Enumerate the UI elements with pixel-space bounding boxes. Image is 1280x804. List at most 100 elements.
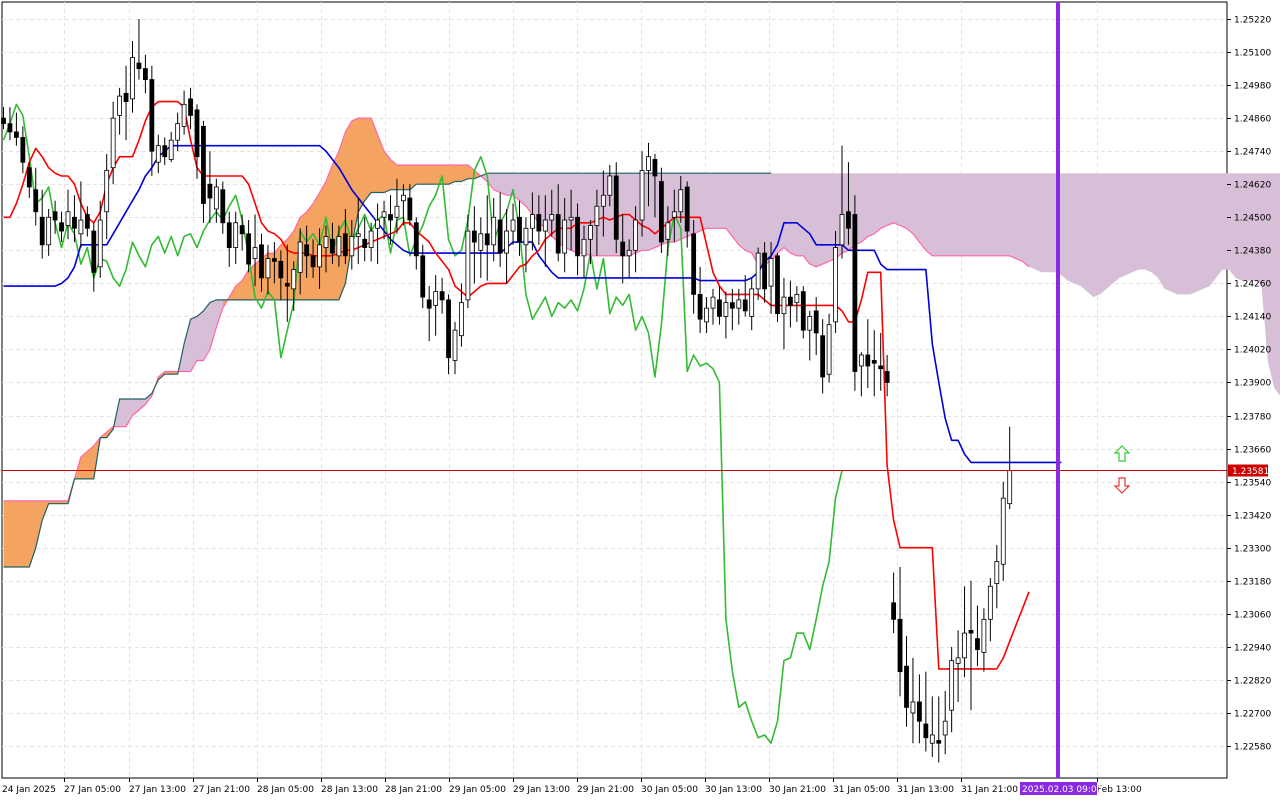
bear-candle: [363, 239, 367, 247]
bull-candle: [47, 217, 51, 245]
price-tick-label: 1.24860: [1234, 115, 1271, 125]
bull-candle: [634, 220, 638, 250]
ichimoku-chart[interactable]: 1.252201.251001.249801.248601.247401.246…: [0, 0, 1280, 800]
bear-candle: [692, 234, 696, 295]
bear-candle: [408, 198, 412, 220]
bull-candle: [111, 118, 115, 168]
price-axis[interactable]: 1.252201.251001.249801.248601.247401.246…: [1227, 16, 1271, 753]
bear-candle: [305, 245, 309, 256]
bull-candle: [66, 212, 70, 226]
bear-candle: [924, 724, 928, 738]
bull-candle: [782, 297, 786, 314]
bull-candle: [911, 702, 915, 713]
bear-candle: [872, 360, 876, 363]
bear-candle: [814, 311, 818, 333]
bear-candle: [163, 146, 167, 157]
bear-candle: [821, 336, 825, 377]
bear-candle: [659, 181, 663, 242]
bull-candle: [118, 96, 122, 115]
bear-candle: [653, 159, 657, 176]
bull-candle: [511, 220, 515, 231]
bull-candle: [627, 250, 631, 256]
price-tick-label: 1.24380: [1234, 247, 1271, 257]
price-tick-label: 1.23780: [1234, 413, 1271, 423]
price-tick-label: 1.24500: [1234, 214, 1271, 224]
time-axis[interactable]: 24 Jan 202527 Jan 05:0027 Jan 13:0027 Ja…: [2, 778, 1142, 795]
bull-candle: [795, 294, 799, 302]
bull-candle: [827, 325, 831, 375]
price-tick-label: 1.23060: [1234, 611, 1271, 621]
bull-candle: [253, 248, 257, 259]
price-tick-label: 1.24620: [1234, 181, 1271, 191]
chart-canvas[interactable]: 1.252201.251001.249801.248601.247401.246…: [0, 0, 1280, 800]
bear-candle: [621, 242, 625, 256]
bear-candle: [898, 619, 902, 671]
bull-candle: [543, 220, 547, 231]
price-tick-label: 1.25220: [1234, 16, 1271, 26]
bull-candle: [505, 231, 509, 253]
bear-candle: [763, 253, 767, 289]
bear-candle: [518, 217, 522, 242]
bear-candle: [917, 702, 921, 721]
bear-candle: [143, 69, 147, 80]
price-tick-label: 1.22580: [1234, 743, 1271, 753]
bear-candle: [440, 292, 444, 300]
bull-candle: [98, 220, 102, 267]
price-tick-label: 1.23300: [1234, 545, 1271, 555]
bear-candle: [240, 226, 244, 234]
bear-candle: [272, 259, 276, 262]
bull-candle: [995, 561, 999, 583]
bear-candle: [201, 126, 205, 203]
bear-candle: [260, 245, 264, 278]
time-tick-label: Feb 13:00: [1097, 785, 1142, 795]
bear-candle: [576, 217, 580, 256]
bull-candle: [266, 259, 270, 278]
price-tick-label: 1.24020: [1234, 346, 1271, 356]
price-tick-label: 1.25100: [1234, 49, 1271, 59]
bear-candle: [743, 300, 747, 311]
price-tick-label: 1.23180: [1234, 578, 1271, 588]
bull-candle: [859, 355, 863, 366]
bull-candle: [459, 303, 463, 336]
bear-candle: [343, 234, 347, 256]
bull-candle: [672, 212, 676, 218]
bear-candle: [34, 190, 38, 212]
bear-candle: [498, 220, 502, 253]
bull-candle: [479, 234, 483, 251]
bear-candle: [85, 215, 89, 229]
bull-candle: [582, 239, 586, 256]
time-tick-label: 28 Jan 21:00: [385, 785, 442, 795]
bull-candle: [737, 300, 741, 308]
bull-candle: [930, 735, 934, 743]
bull-candle: [492, 217, 496, 245]
bull-candle: [105, 170, 109, 211]
bear-candle: [150, 80, 154, 152]
bull-candle: [234, 223, 238, 248]
bear-candle: [879, 366, 883, 369]
bull-candle: [1001, 498, 1005, 564]
bear-candle: [285, 283, 289, 286]
time-tick-label: 28 Jan 05:00: [257, 785, 314, 795]
bull-candle: [169, 140, 173, 159]
time-tick-label: 31 Jan 05:00: [833, 785, 890, 795]
price-tick-label: 1.23420: [1234, 512, 1271, 522]
time-tick-label: 28 Jan 13:00: [321, 785, 378, 795]
bear-candle: [8, 124, 12, 132]
bear-candle: [730, 303, 734, 309]
bear-candle: [330, 239, 334, 253]
bear-candle: [137, 63, 141, 69]
time-tick-label: 27 Jan 21:00: [193, 785, 250, 795]
bear-candle: [72, 217, 76, 228]
bull-candle: [834, 248, 838, 322]
bear-candle: [60, 223, 64, 231]
bull-candle: [156, 146, 160, 163]
bear-candle: [2, 118, 6, 124]
bear-candle: [788, 297, 792, 305]
bull-candle: [214, 187, 218, 209]
bear-candle: [969, 630, 973, 633]
bear-candle: [801, 292, 805, 331]
bear-candle: [389, 215, 393, 221]
bear-candle: [221, 190, 225, 223]
bear-candle: [556, 215, 560, 254]
bear-candle: [247, 234, 251, 264]
